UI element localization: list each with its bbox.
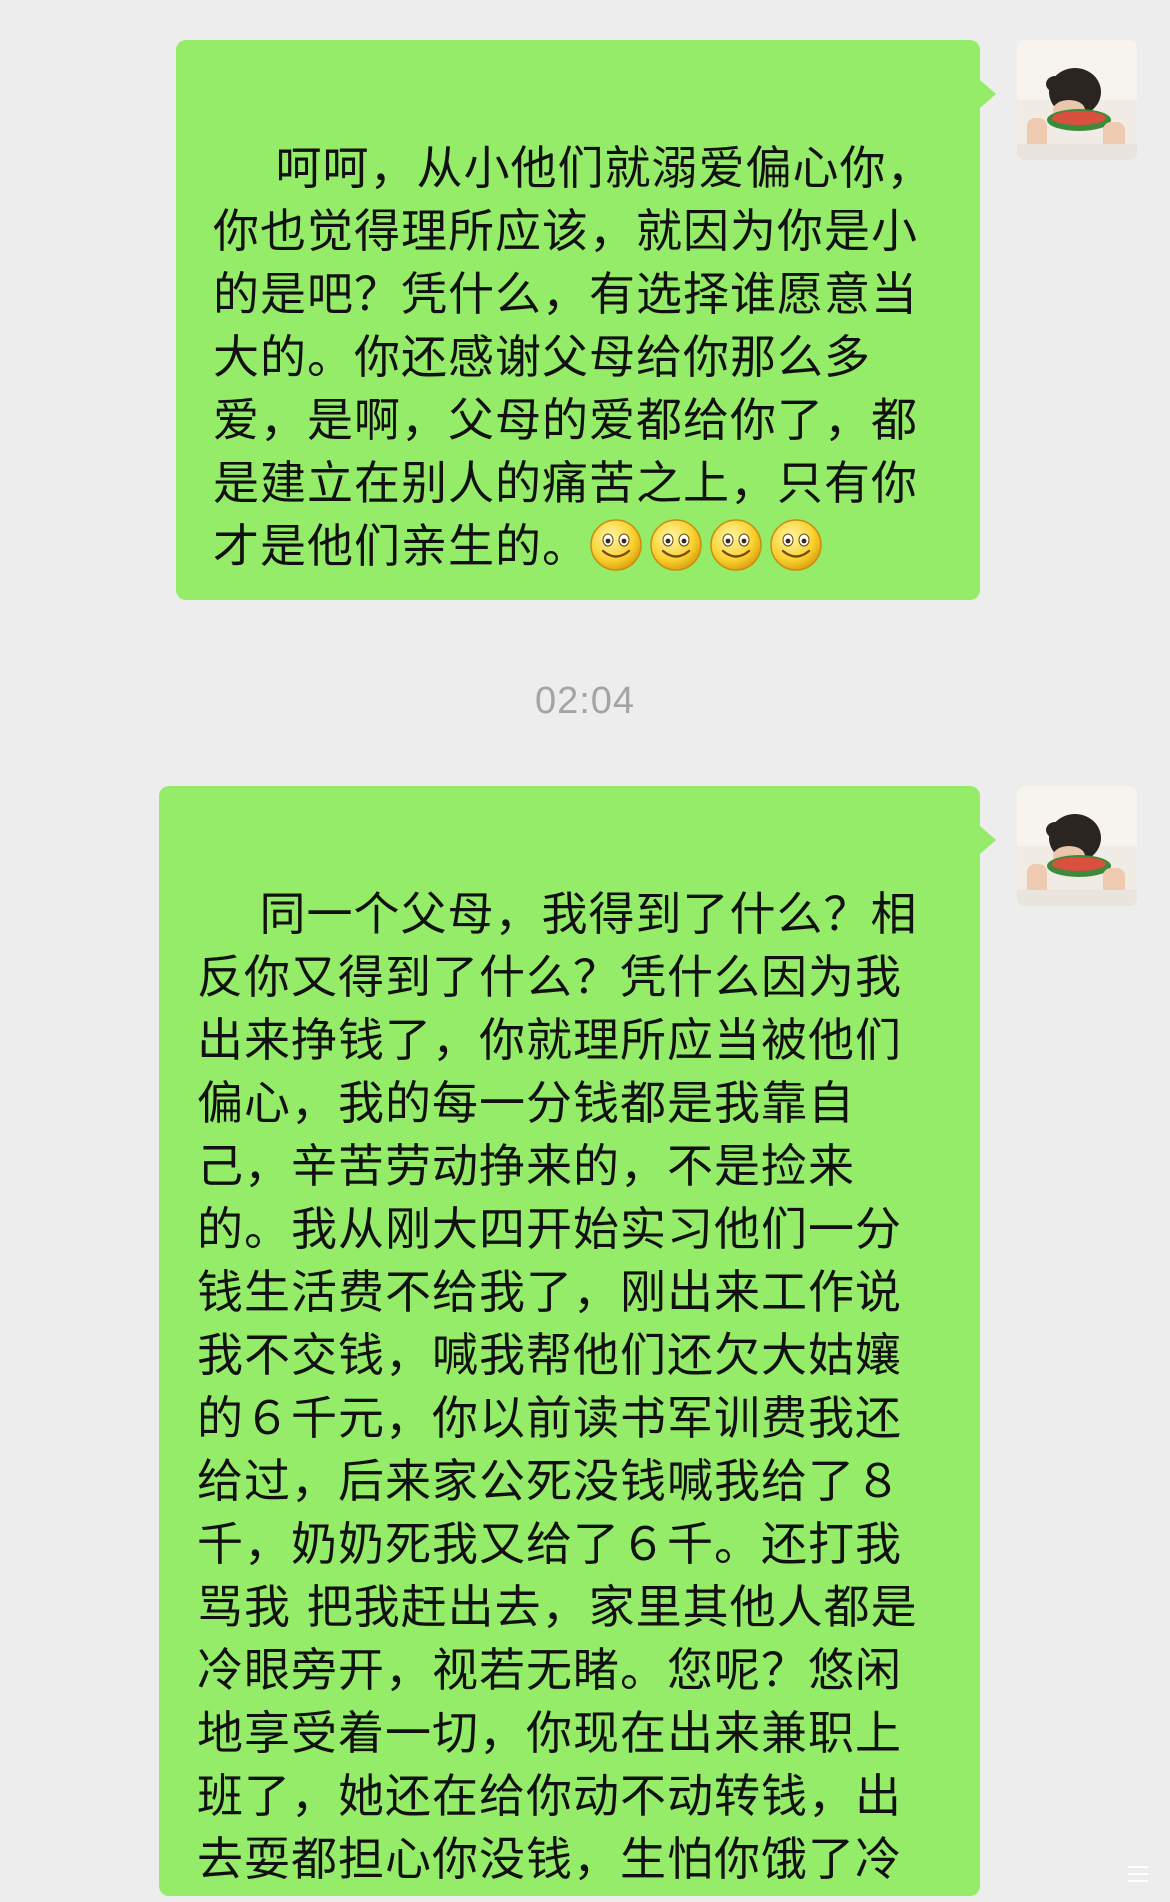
- message-text-2: 同一个父母，我得到了什么？相反你又得到了什么？凭什么因为我出来挣钱了，你就理所应…: [197, 887, 918, 1902]
- smiley-face-icon: [590, 519, 642, 571]
- avatar[interactable]: [1017, 786, 1137, 906]
- smiley-face-icon: [650, 519, 702, 571]
- smiley-face-icon: [710, 519, 762, 571]
- timestamp: 02:04: [534, 680, 636, 722]
- smiley-face-icon: [770, 519, 822, 571]
- message-bubble-2[interactable]: 同一个父母，我得到了什么？相反你又得到了什么？凭什么因为我出来挣钱了，你就理所应…: [159, 786, 996, 1902]
- chat-window: 呵呵，从小他们就溺爱偏心你，你也觉得理所应该，就因为你是小的是吧？凭什么，有选择…: [0, 0, 1170, 1902]
- avatar-photo-icon: [1017, 786, 1137, 906]
- avatar[interactable]: [1017, 40, 1137, 160]
- message-bubble-1[interactable]: 呵呵，从小他们就溺爱偏心你，你也觉得理所应该，就因为你是小的是吧？凭什么，有选择…: [176, 40, 996, 600]
- message-text-1: 呵呵，从小他们就溺爱偏心你，你也觉得理所应该，就因为你是小的是吧？凭什么，有选择…: [213, 141, 934, 573]
- menu-lines-icon[interactable]: [1124, 1860, 1152, 1888]
- emoji-group: [589, 519, 829, 573]
- avatar-photo-icon: [1017, 40, 1137, 160]
